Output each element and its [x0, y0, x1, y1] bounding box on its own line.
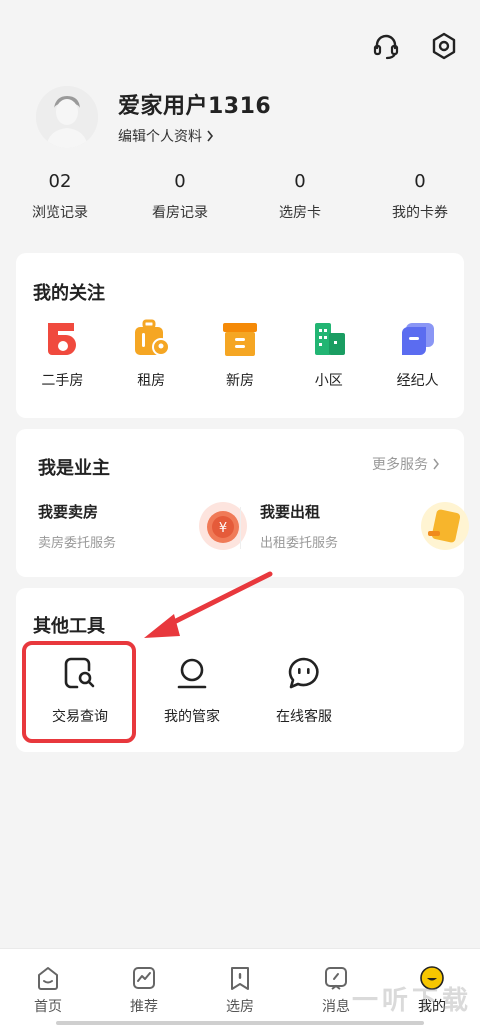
tab-select-house[interactable]: 选房: [192, 949, 288, 1027]
follow-agent[interactable]: 经纪人: [373, 319, 462, 390]
highlight-box: [22, 641, 136, 743]
owner-card: 我是业主 更多服务 我要卖房 卖房委托服务 ¥ 我要出租 出租委托服务: [16, 429, 469, 577]
watermark: 一听下载: [351, 986, 472, 1016]
secondhand-house-icon: [48, 323, 77, 355]
follow-new-house[interactable]: 新房: [196, 319, 285, 390]
stat-value: 02: [48, 171, 72, 192]
follow-label: 二手房: [41, 373, 84, 389]
recommend-icon: [133, 967, 155, 989]
tab-recommend[interactable]: 推荐: [96, 949, 192, 1027]
message-icon: [325, 967, 347, 990]
tab-label: 选房: [226, 999, 254, 1015]
stat-label: 浏览记录: [32, 205, 88, 221]
more-services-link[interactable]: 更多服务: [372, 454, 440, 474]
community-building-icon: [314, 323, 345, 355]
owner-title: 我是业主: [38, 458, 110, 479]
divider: [240, 507, 241, 549]
stat-browse-history[interactable]: 02 浏览记录: [0, 170, 120, 222]
follow-label: 小区: [314, 373, 343, 389]
avatar[interactable]: [36, 86, 98, 148]
stat-label: 选房卡: [279, 205, 321, 221]
agent-icon: [401, 323, 434, 355]
stat-value: 0: [174, 171, 186, 192]
follow-label: 经纪人: [396, 373, 439, 389]
settings-icon[interactable]: [426, 28, 462, 64]
username: 爱家用户1316: [118, 94, 272, 119]
headset-icon[interactable]: [368, 28, 404, 64]
new-house-box-icon: [222, 323, 257, 356]
other-tools-title: 其他工具: [33, 616, 105, 637]
my-follows-title: 我的关注: [33, 283, 105, 304]
rent-luggage-icon: [135, 319, 171, 356]
follow-community[interactable]: 小区: [284, 319, 373, 390]
follow-label: 租房: [137, 373, 166, 389]
more-services-label: 更多服务: [372, 457, 428, 473]
edit-profile-label: 编辑个人资料: [118, 129, 202, 145]
my-follows-card: 我的关注 二手房 租房 新房 小区 经纪人: [16, 253, 464, 418]
tool-my-butler[interactable]: 我的管家: [136, 648, 248, 726]
tab-home[interactable]: 首页: [0, 949, 96, 1027]
tool-label: 在线客服: [276, 709, 332, 725]
tab-label: 消息: [322, 999, 350, 1015]
rent-out-entry[interactable]: 我要出租 出租委托服务: [260, 501, 470, 557]
stat-label: 看房记录: [152, 205, 208, 221]
butler-icon: [177, 658, 207, 689]
tab-label: 推荐: [130, 999, 158, 1015]
chevron-right-icon: [433, 458, 439, 470]
arrow-annotation-icon: [144, 571, 273, 638]
stat-label: 我的卡券: [392, 205, 448, 221]
home-icon: [38, 967, 58, 990]
follow-secondhand[interactable]: 二手房: [18, 319, 107, 390]
stat-my-coupons[interactable]: 0 我的卡券: [360, 170, 480, 222]
stat-value: 0: [294, 171, 306, 192]
chevron-right-icon: [207, 130, 214, 142]
tool-label: 我的管家: [164, 709, 220, 725]
edit-profile-link[interactable]: 编辑个人资料: [118, 126, 271, 146]
home-indicator: [56, 1021, 424, 1025]
stat-value: 0: [414, 171, 426, 192]
rent-box-icon: [421, 502, 469, 550]
tab-label: 首页: [34, 999, 62, 1015]
tool-online-service[interactable]: 在线客服: [248, 648, 360, 726]
stats-row: 02 浏览记录 0 看房记录 0 选房卡 0 我的卡券: [0, 170, 480, 222]
stat-viewing-history[interactable]: 0 看房记录: [120, 170, 240, 222]
svg-text:¥: ¥: [219, 521, 227, 536]
chat-icon: [288, 657, 319, 689]
sell-house-entry[interactable]: 我要卖房 卖房委托服务 ¥: [38, 501, 248, 557]
top-actions: [368, 28, 462, 64]
profile-header[interactable]: 爱家用户1316 编辑个人资料: [36, 86, 271, 148]
bookmark-icon: [231, 967, 249, 990]
stat-house-card[interactable]: 0 选房卡: [240, 170, 360, 222]
follow-rent[interactable]: 租房: [107, 319, 196, 390]
follow-label: 新房: [225, 373, 254, 389]
